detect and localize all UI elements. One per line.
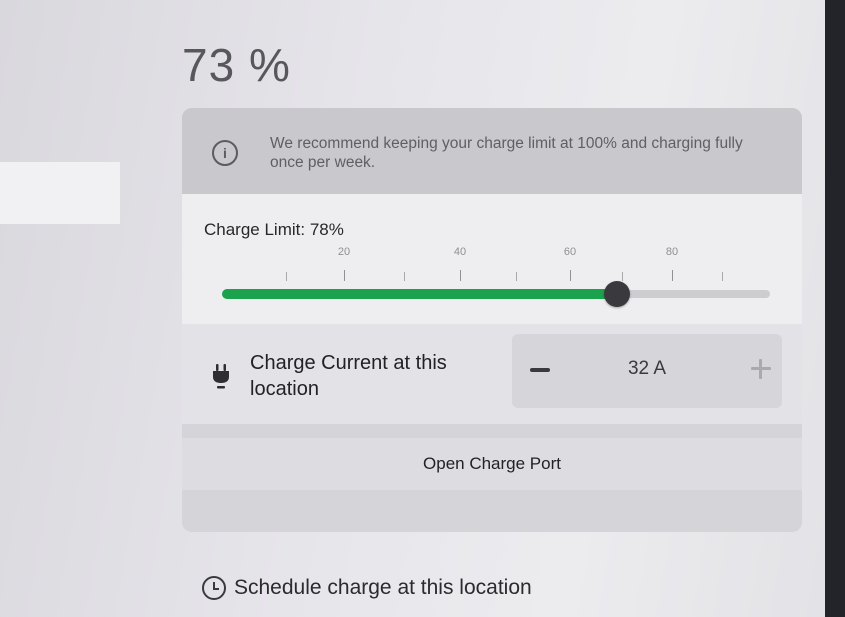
charging-panel: i We recommend keeping your charge limit… xyxy=(182,108,802,532)
plus-icon[interactable] xyxy=(748,356,774,382)
scale-tick xyxy=(622,272,623,281)
charge-limit-slider[interactable] xyxy=(222,281,770,307)
recommendation-banner: i We recommend keeping your charge limit… xyxy=(182,108,802,194)
scale-tick xyxy=(460,270,461,281)
scale-tick xyxy=(516,272,517,281)
info-circle-icon: i xyxy=(212,140,238,166)
scale-tick xyxy=(404,272,405,281)
screen-bezel xyxy=(825,0,845,617)
slider-thumb[interactable] xyxy=(604,281,631,307)
scale-tick xyxy=(570,270,571,281)
scale-tick xyxy=(286,272,287,281)
scale-label-40: 40 xyxy=(453,246,467,258)
charge-limit-scale: 20 40 60 80 xyxy=(222,246,782,288)
clock-icon xyxy=(202,576,226,600)
scale-label-20: 20 xyxy=(337,246,351,258)
scale-label-60: 60 xyxy=(563,246,577,258)
charge-current-label: Charge Current at this location xyxy=(250,352,447,400)
scale-tick xyxy=(672,270,673,281)
plug-icon xyxy=(213,364,229,389)
charge-current-value: 32 A xyxy=(627,358,667,379)
scale-label-80: 80 xyxy=(665,246,679,258)
scale-tick xyxy=(344,270,345,281)
minus-icon[interactable] xyxy=(526,356,554,384)
slider-fill xyxy=(222,289,618,299)
schedule-charge-row[interactable]: Schedule charge at this location xyxy=(202,576,532,600)
schedule-charge-label: Schedule charge at this location xyxy=(234,576,532,599)
scale-tick xyxy=(722,272,723,281)
charge-current-section: Charge Current at this location 32 A xyxy=(182,324,802,424)
recommendation-text: We recommend keeping your charge limit a… xyxy=(270,135,743,171)
background-panel xyxy=(0,162,120,224)
open-charge-port-button[interactable]: Open Charge Port xyxy=(182,438,802,490)
charge-limit-label: Charge Limit: 78% xyxy=(204,220,344,239)
charge-limit-section: Charge Limit: 78% 20 40 60 80 xyxy=(182,194,802,324)
charge-current-stepper[interactable]: 32 A xyxy=(512,334,782,408)
charge-port-section: Open Charge Port xyxy=(182,438,802,490)
battery-percentage: 73 % xyxy=(182,39,291,91)
